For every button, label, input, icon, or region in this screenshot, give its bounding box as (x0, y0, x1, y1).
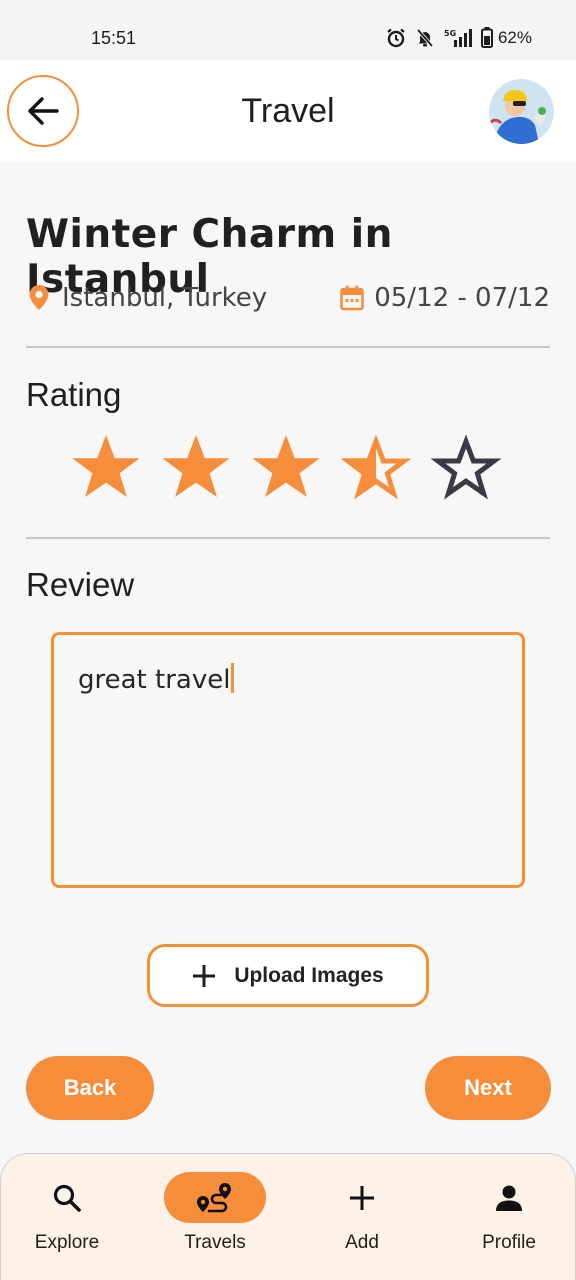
star-empty-icon-5[interactable] (430, 433, 502, 505)
upload-images-label: Upload Images (234, 963, 384, 987)
nav-item-add[interactable]: Add (290, 1154, 434, 1280)
calendar-icon (340, 285, 364, 311)
battery-level: 62% (497, 27, 532, 47)
plus-icon (350, 1185, 374, 1210)
rating-label: Rating (26, 376, 122, 413)
nav-icon-container (311, 1172, 413, 1223)
trip-location-text: Istanbul, Turkey (62, 283, 268, 313)
avatar-image (489, 79, 554, 144)
divider (26, 537, 550, 539)
status-bar: 15:51 5G 62% (0, 0, 576, 60)
nav-label-profile: Profile (482, 1232, 536, 1253)
avatar[interactable] (489, 79, 554, 144)
bottom-navigation: Explore Travels Add Profile (0, 1153, 576, 1280)
star-icon-3[interactable] (250, 433, 322, 505)
text-caret (231, 663, 235, 693)
trip-location: Istanbul, Turkey (28, 283, 267, 313)
nav-label-travels: Travels (184, 1232, 246, 1253)
back-button[interactable]: Back (26, 1056, 154, 1120)
trip-dates: 05/12 - 07/12 (340, 283, 550, 313)
app-bar: Travel (0, 60, 576, 162)
star-half-icon-4[interactable] (340, 433, 412, 505)
review-label: Review (26, 566, 135, 603)
alarm-icon (387, 28, 405, 47)
review-textarea[interactable]: great travel (51, 632, 525, 888)
battery-icon (480, 27, 493, 48)
nav-item-explore[interactable]: Explore (0, 1154, 139, 1280)
star-icon-2[interactable] (160, 433, 232, 505)
nav-label-add: Add (345, 1232, 379, 1253)
star-icon-1[interactable] (70, 433, 142, 505)
nav-item-profile[interactable]: Profile (437, 1154, 576, 1280)
next-button[interactable]: Next (425, 1056, 551, 1120)
svg-text:5G: 5G (444, 29, 456, 38)
upload-images-button[interactable]: Upload Images (147, 944, 429, 1007)
signal-5g-icon: 5G (444, 28, 472, 47)
nav-icon-container-active (164, 1172, 266, 1223)
nav-icon-container (458, 1172, 560, 1223)
nav-label-explore: Explore (34, 1232, 100, 1253)
bell-muted-icon (416, 28, 434, 47)
plus-icon (193, 964, 216, 987)
trip-dates-text: 05/12 - 07/12 (374, 283, 550, 313)
search-icon (53, 1184, 81, 1212)
location-pin-icon (29, 285, 49, 310)
review-text: great travel (78, 665, 231, 695)
status-time: 15:51 (91, 28, 137, 48)
nav-item-travels[interactable]: Travels (143, 1154, 287, 1280)
person-icon (496, 1185, 522, 1211)
star-rating[interactable] (70, 433, 502, 505)
route-icon (197, 1182, 231, 1212)
status-icons: 5G 62% (386, 27, 532, 48)
divider (26, 346, 550, 348)
nav-icon-container (16, 1172, 118, 1223)
